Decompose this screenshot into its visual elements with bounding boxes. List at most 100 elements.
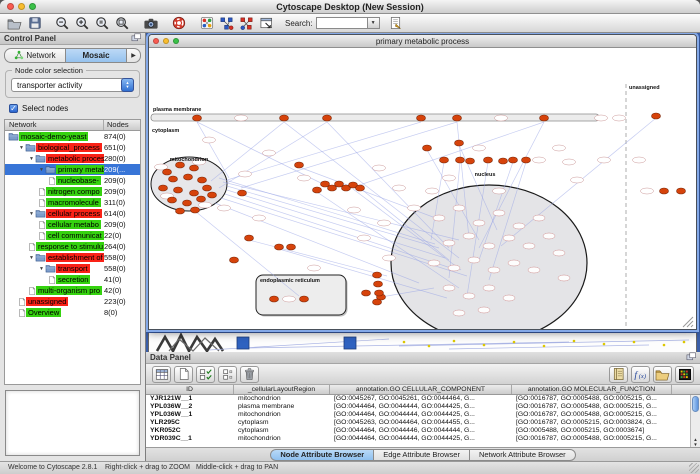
network-node[interactable] <box>295 162 304 168</box>
attribute-table-icon[interactable] <box>152 366 171 383</box>
tree-row[interactable]: ▼establishment of lo558(0) <box>5 252 140 263</box>
expander-icon[interactable]: ▼ <box>28 156 35 162</box>
network-node[interactable] <box>466 158 475 164</box>
tree-row[interactable]: nitrogen compo209(0) <box>5 186 140 197</box>
column-header[interactable]: _cellularLayoutRegion <box>234 385 330 394</box>
network-node[interactable] <box>190 190 199 196</box>
search-input[interactable] <box>316 17 368 29</box>
network-node[interactable] <box>270 296 279 302</box>
tree-row[interactable]: secretion41(0) <box>5 274 140 285</box>
snapshot-icon[interactable] <box>141 15 160 31</box>
tree-row[interactable]: nucleobase-209(0) <box>5 175 140 186</box>
new-attribute-icon[interactable] <box>174 366 193 383</box>
float-panel-icon[interactable] <box>131 33 141 44</box>
table-row[interactable]: YPL036W__1mitochondrion[GO:0044464, GO:0… <box>146 411 700 419</box>
plasma-membrane-region[interactable] <box>151 114 599 121</box>
zoom-in-icon[interactable] <box>73 15 92 31</box>
nucleus-region[interactable] <box>391 185 587 329</box>
network-node[interactable] <box>193 115 202 121</box>
table-row[interactable]: YDR039C__1mitochondrion[GO:0044464, GO:0… <box>146 435 700 443</box>
tree-row[interactable]: ▼metabolic process280(0) <box>5 153 140 164</box>
zoom-button[interactable] <box>29 3 36 10</box>
network-node[interactable] <box>190 165 199 171</box>
network-node[interactable] <box>245 235 254 241</box>
node-color-dropdown[interactable]: transporter activity ▲▼ <box>11 78 134 92</box>
expander-icon[interactable]: ▼ <box>38 167 45 173</box>
tree-row[interactable]: cellular metabo209(0) <box>5 219 140 230</box>
expander-icon[interactable]: ▼ <box>28 211 35 217</box>
network-node[interactable] <box>174 187 183 193</box>
tree-row[interactable]: Overview8(0) <box>5 307 140 318</box>
table-row[interactable]: YKR052Ccytoplasm[GO:0044464, GO:0044446,… <box>146 427 700 435</box>
network-node[interactable] <box>440 157 449 163</box>
network-node[interactable] <box>275 244 284 250</box>
tab-network-attribute-browser[interactable]: Network Attribute Browser <box>470 449 576 461</box>
network-node[interactable] <box>652 113 661 119</box>
minimize-button[interactable] <box>18 3 25 10</box>
scrollbar-thumb[interactable] <box>692 396 699 412</box>
tree-row[interactable]: unassigned223(0) <box>5 296 140 307</box>
tree-row[interactable]: ▼biological_process651(0) <box>5 142 140 153</box>
layout-grid-icon[interactable] <box>217 15 236 31</box>
table-scrollbar[interactable]: ▲▼ <box>690 395 700 447</box>
network-node[interactable] <box>362 290 371 296</box>
zoom-fit-icon[interactable] <box>113 15 132 31</box>
select-attributes-icon[interactable] <box>196 366 215 383</box>
tab-mosaic[interactable]: Mosaic <box>66 48 127 63</box>
search-dropdown-arrow[interactable]: ▼ <box>368 17 380 29</box>
table-row[interactable]: YLR295Ccytoplasm[GO:0045263, GO:0044464,… <box>146 419 700 427</box>
network-node[interactable] <box>163 169 172 175</box>
network-node[interactable] <box>374 281 383 287</box>
expander-icon[interactable]: ▼ <box>38 266 45 272</box>
network-node[interactable] <box>230 257 239 263</box>
tree-row[interactable]: ▼cellular process614(0) <box>5 208 140 219</box>
expander-icon[interactable]: ▼ <box>28 255 35 261</box>
layout-organic-icon[interactable] <box>237 15 256 31</box>
table-row[interactable]: YPL036W__2plasma membrane[GO:0044464, GO… <box>146 403 700 411</box>
network-node[interactable] <box>522 157 531 163</box>
zoom-out-icon[interactable] <box>53 15 72 31</box>
matrix-icon[interactable] <box>675 366 694 383</box>
network-node[interactable] <box>191 207 200 213</box>
birdseye-view[interactable] <box>5 390 140 456</box>
help-icon[interactable] <box>169 15 188 31</box>
tree-row[interactable]: ▼transport558(0) <box>5 263 140 274</box>
network-node[interactable] <box>197 196 206 202</box>
delete-attribute-icon[interactable] <box>240 366 259 383</box>
network-node[interactable] <box>677 188 686 194</box>
vizmapper-icon[interactable] <box>197 15 216 31</box>
network-node[interactable] <box>456 157 465 163</box>
network-node[interactable] <box>183 200 192 206</box>
tab-edge-attribute-browser[interactable]: Edge Attribute Browser <box>374 449 470 461</box>
network-node[interactable] <box>373 272 382 278</box>
network-canvas[interactable]: plasma membranecytoplasmmitochondrionnuc… <box>149 48 696 329</box>
network-node[interactable] <box>423 145 432 151</box>
float-panel-icon[interactable] <box>686 352 696 363</box>
network-node[interactable] <box>417 115 426 121</box>
network-node[interactable] <box>168 197 177 203</box>
tree-row[interactable]: macromolecule311(0) <box>5 197 140 208</box>
tab-node-attribute-browser[interactable]: Node Attribute Browser <box>270 449 374 461</box>
import-folder-icon[interactable] <box>653 366 672 383</box>
network-node[interactable] <box>660 188 669 194</box>
network-node[interactable] <box>176 208 185 214</box>
select-nodes-checkbox[interactable]: ✓ <box>9 104 18 113</box>
network-node[interactable] <box>238 190 247 196</box>
network-node[interactable] <box>169 176 178 182</box>
open-icon[interactable] <box>5 15 24 31</box>
network-node[interactable] <box>323 115 332 121</box>
network-node[interactable] <box>499 158 508 164</box>
close-button[interactable] <box>7 3 14 10</box>
network-node[interactable] <box>356 185 365 191</box>
table-row[interactable]: YJR121W__1mitochondrion[GO:0045267, GO:0… <box>146 395 700 403</box>
network-node[interactable] <box>280 115 289 121</box>
column-header[interactable]: annotation.GO MOLECULAR_FUNCTION <box>512 385 672 394</box>
network-node[interactable] <box>484 157 493 163</box>
tab-scroll-right-icon[interactable]: ▶ <box>127 48 141 63</box>
tree-row[interactable]: mosaic-demo-yeast874(0) <box>5 131 140 142</box>
tree-row[interactable]: cell communicat22(0) <box>5 230 140 241</box>
formula-builder-icon[interactable]: f(x) <box>631 366 650 383</box>
zoom-selected-icon[interactable] <box>93 15 112 31</box>
network-node[interactable] <box>208 192 217 198</box>
notebook-icon[interactable] <box>609 366 628 383</box>
